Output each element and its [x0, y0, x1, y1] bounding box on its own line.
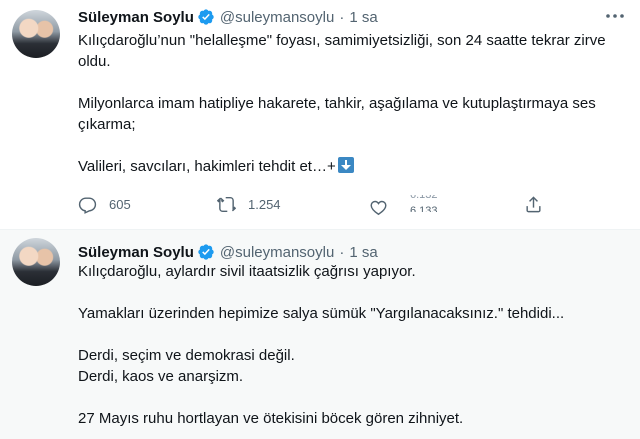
timestamp[interactable]: 1 sa — [349, 244, 377, 261]
avatar[interactable] — [12, 238, 60, 286]
retweet-button[interactable]: 1.254 — [217, 195, 281, 214]
tweet-line: Valileri, savcıları, hakimleri tehdit et… — [78, 158, 336, 175]
reply-button[interactable]: 605 — [78, 195, 131, 214]
retweet-count: 1.254 — [248, 197, 281, 212]
author-name[interactable]: Süleyman Soylu — [78, 244, 194, 261]
reply-count: 605 — [109, 197, 131, 212]
tweet-actions: 605 1.254 6.132 6.133 — [78, 195, 578, 219]
like-count-previous: 6.132 — [410, 189, 438, 201]
separator-dot: · — [339, 8, 345, 26]
author-handle[interactable]: @suleymansoylu — [220, 244, 334, 261]
tweet-line: Yamakları üzerinden hepimize salya sümük… — [78, 305, 565, 322]
tweet-line: Milyonlarca imam hatipliye hakarete, tah… — [78, 95, 596, 133]
more-icon[interactable] — [604, 8, 626, 24]
verified-badge-icon — [198, 9, 214, 25]
tweet-line: Derdi, kaos ve anarşizm. — [78, 368, 244, 385]
like-count: 6.133 — [410, 205, 438, 217]
tweet[interactable]: Süleyman Soylu @suleymansoylu · 1 sa Kıl… — [0, 230, 640, 439]
tweet-line: Kılıçdaroğlu’nun "helalleşme" foyası, sa… — [78, 32, 606, 70]
tweet[interactable]: Süleyman Soylu @suleymansoylu · 1 sa Kıl… — [0, 0, 640, 229]
share-icon — [526, 196, 541, 213]
like-button[interactable]: 6.132 6.133 — [369, 195, 438, 219]
tweet-line-last: Valileri, savcıları, hakimleri tehdit et… — [78, 156, 626, 177]
tweet-header: Süleyman Soylu @suleymansoylu · 1 sa — [78, 241, 378, 263]
tweet-line: Derdi, seçim ve demokrasi değil. — [78, 347, 295, 364]
heart-icon — [370, 200, 387, 215]
timestamp[interactable]: 1 sa — [349, 9, 377, 26]
author-name[interactable]: Süleyman Soylu — [78, 9, 194, 26]
down-arrow-emoji-icon — [337, 157, 354, 173]
avatar[interactable] — [12, 10, 60, 58]
tweet-line: Kılıçdaroğlu, aylardır sivil itaatsizlik… — [78, 263, 416, 280]
reply-icon — [78, 197, 97, 214]
tweet-text: Kılıçdaroğlu, aylardır sivil itaatsizlik… — [78, 261, 626, 429]
share-button[interactable] — [524, 195, 543, 214]
retweet-icon — [217, 196, 236, 213]
tweet-header: Süleyman Soylu @suleymansoylu · 1 sa — [78, 6, 378, 28]
tweet-text: Kılıçdaroğlu’nun "helalleşme" foyası, sa… — [78, 30, 626, 177]
tweet-line: 27 Mayıs ruhu hortlayan ve ötekisini böc… — [78, 410, 464, 427]
author-handle[interactable]: @suleymansoylu — [220, 9, 334, 26]
verified-badge-icon — [198, 244, 214, 260]
separator-dot: · — [339, 243, 345, 261]
like-count-animation: 6.132 6.133 — [398, 195, 438, 219]
